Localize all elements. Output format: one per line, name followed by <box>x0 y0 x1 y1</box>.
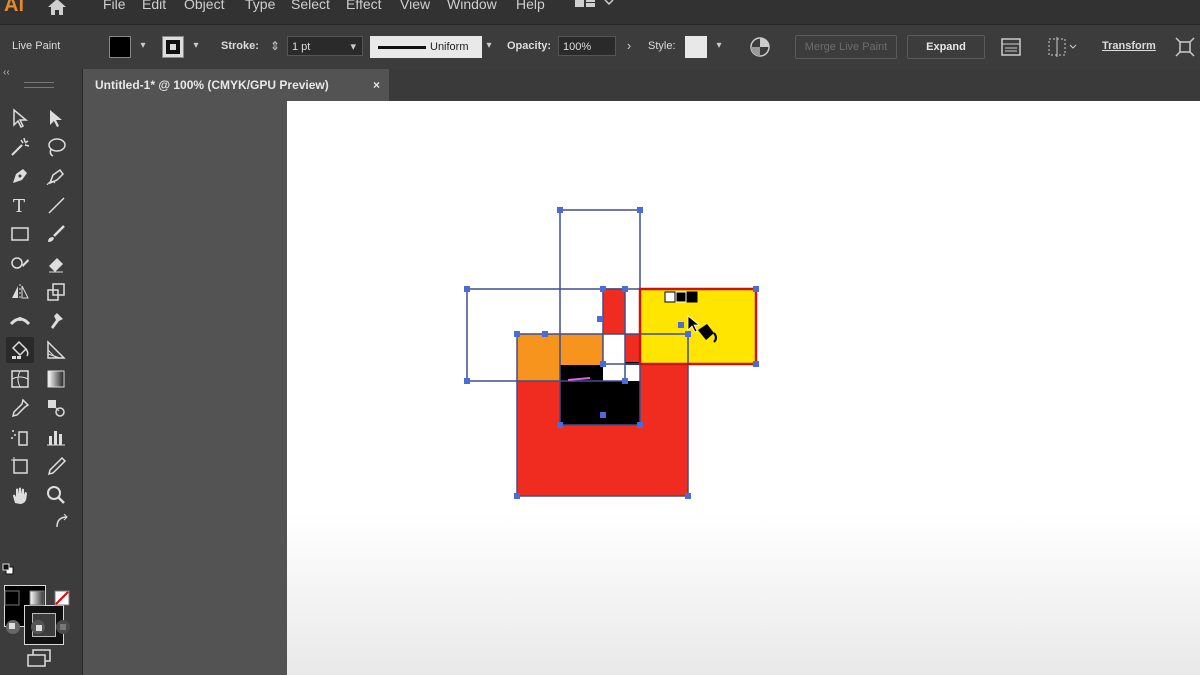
live-paint-face-yellow[interactable] <box>640 289 756 364</box>
live-paint-face-red-small[interactable] <box>603 289 625 334</box>
live-paint-face-white[interactable] <box>603 334 625 362</box>
canvas-artwork[interactable] <box>0 0 1200 675</box>
